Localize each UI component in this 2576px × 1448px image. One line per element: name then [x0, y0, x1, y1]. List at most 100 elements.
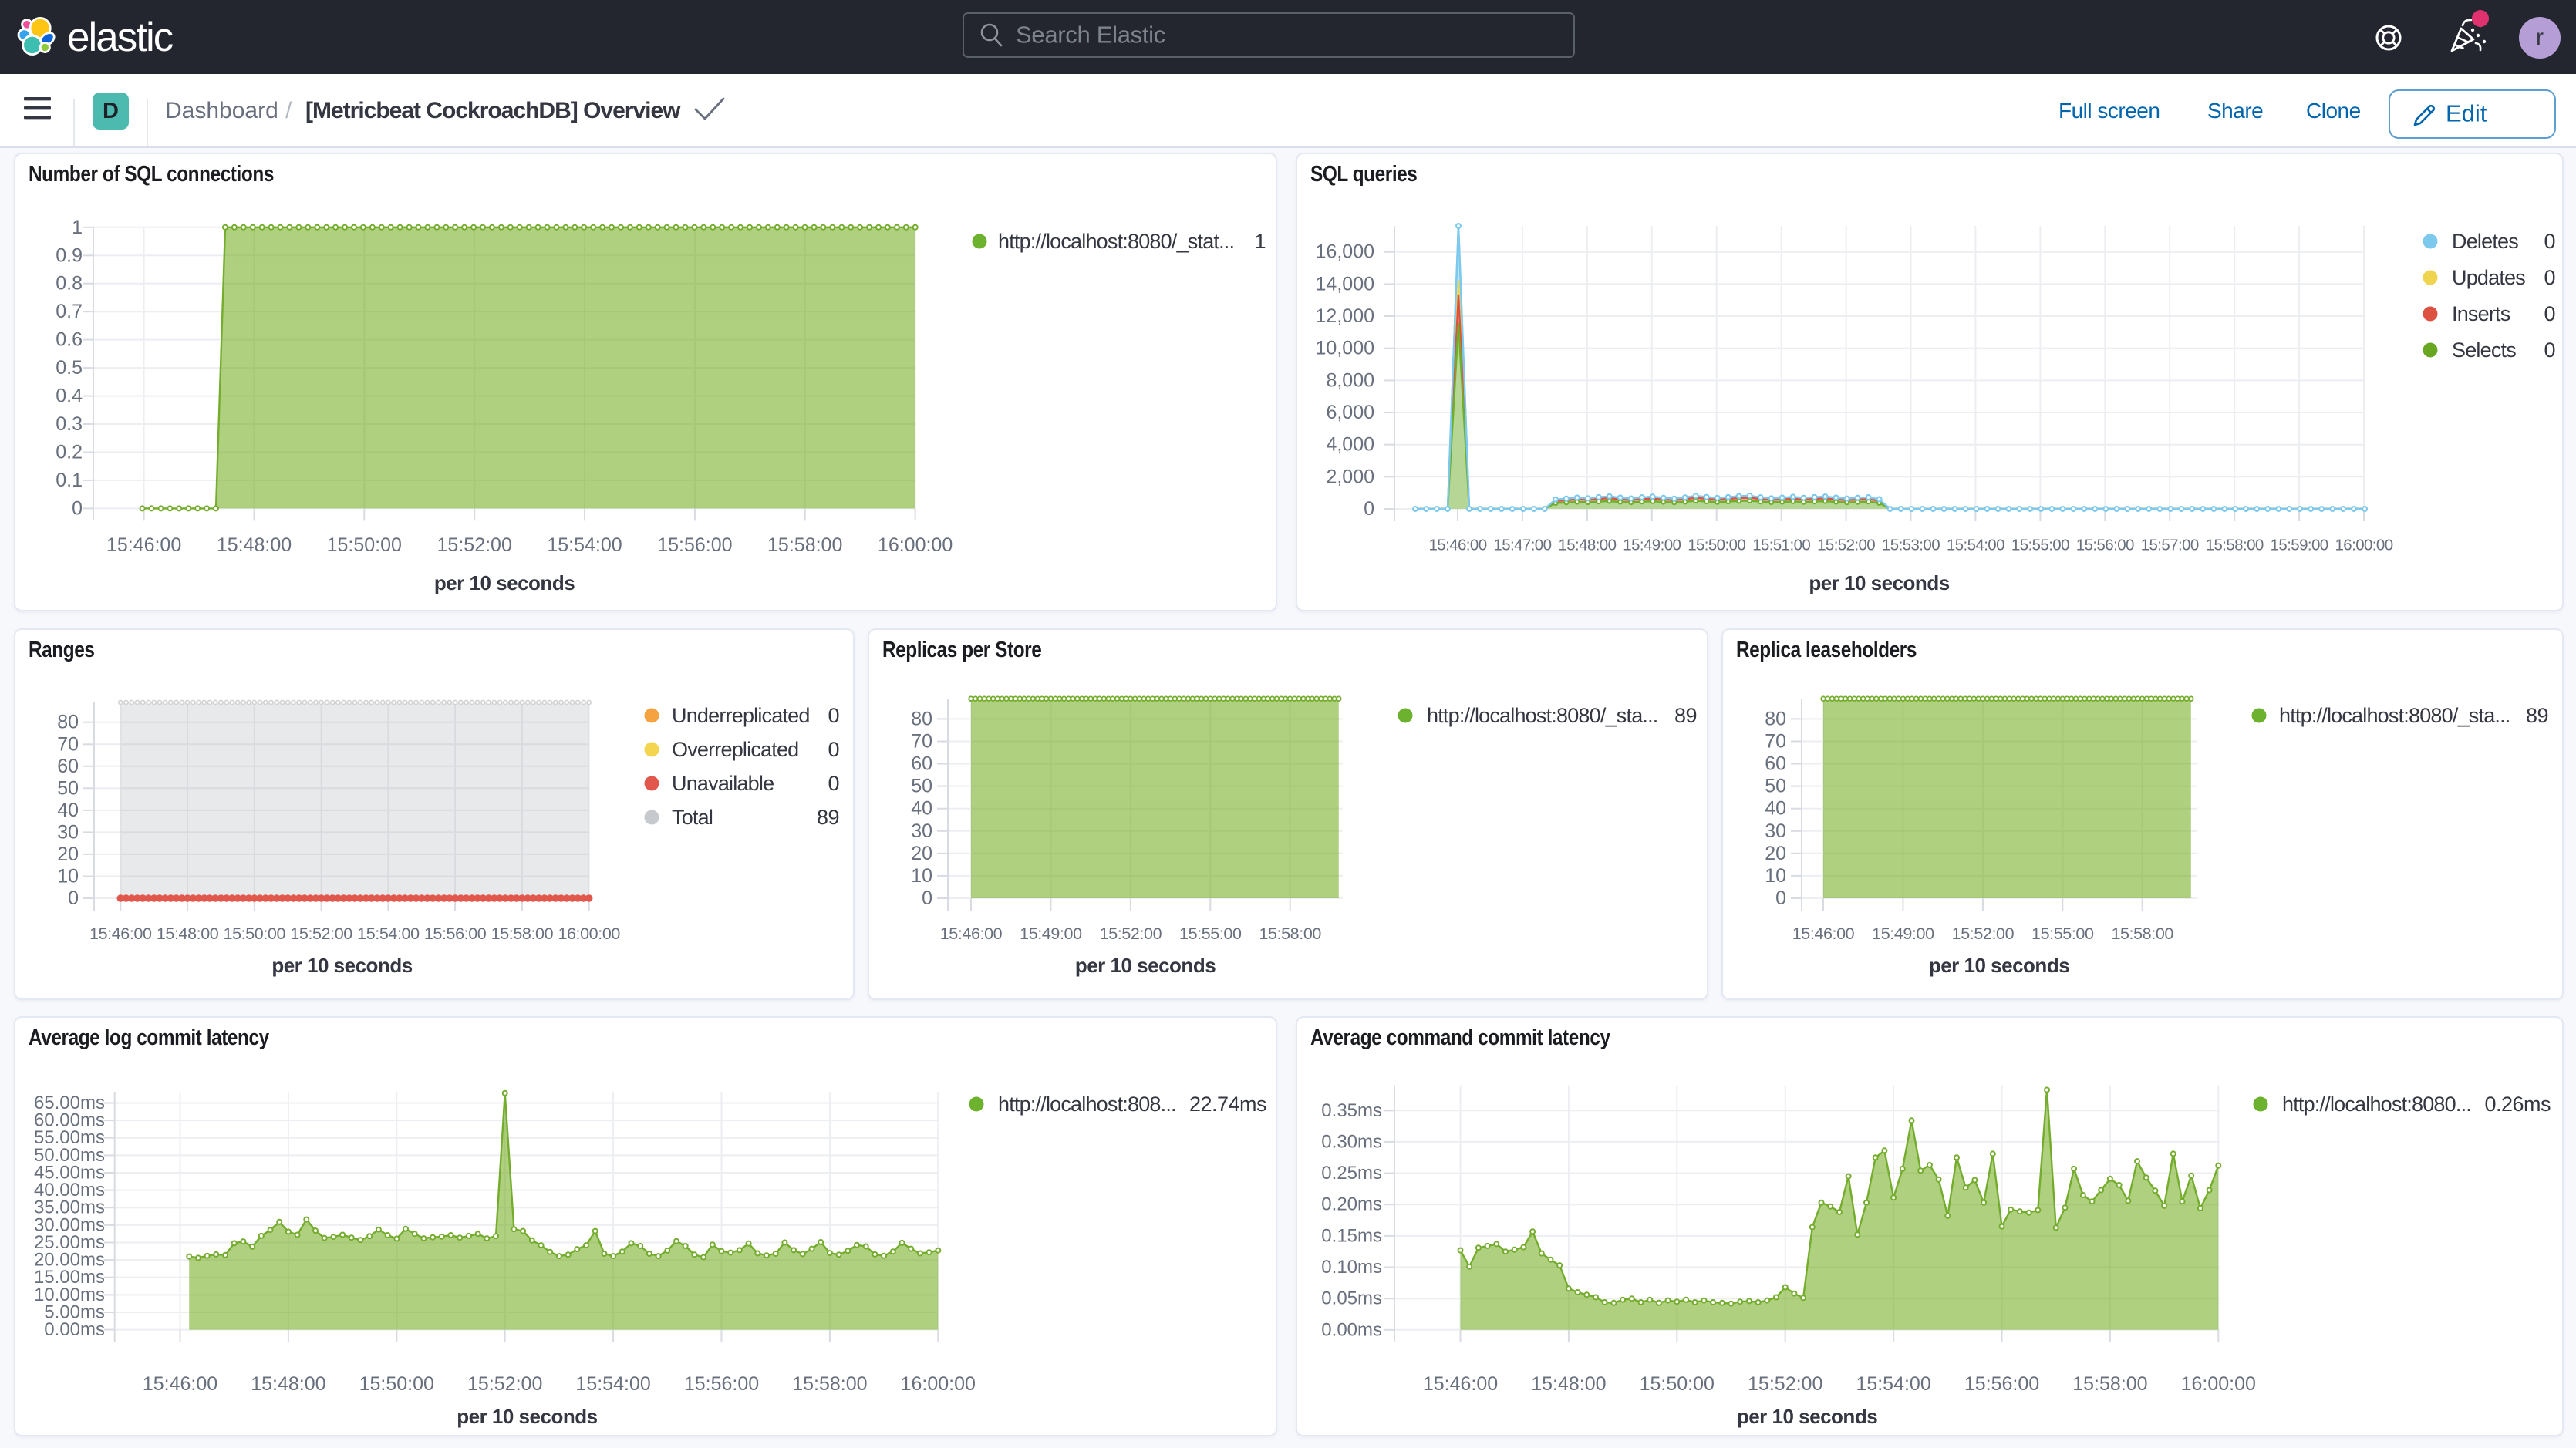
svg-text:0.00ms: 0.00ms: [1321, 1319, 1382, 1340]
svg-text:40: 40: [57, 800, 79, 821]
svg-text:15:58:00: 15:58:00: [1259, 924, 1321, 943]
svg-text:Unavailable: Unavailable: [672, 772, 774, 795]
svg-text:http://localhost:8080...: http://localhost:8080...: [2282, 1093, 2471, 1116]
svg-text:0.7: 0.7: [56, 301, 83, 322]
svg-text:50: 50: [57, 777, 79, 799]
svg-text:15:54:00: 15:54:00: [575, 1373, 650, 1395]
svg-text:50: 50: [911, 776, 932, 797]
svg-text:15:46:00: 15:46:00: [1429, 537, 1487, 554]
svg-text:50: 50: [1765, 776, 1786, 797]
svg-text:15:46:00: 15:46:00: [1792, 924, 1855, 943]
svg-text:15:50:00: 15:50:00: [1688, 537, 1745, 554]
svg-text:0.5: 0.5: [56, 357, 83, 379]
svg-text:15:55:00: 15:55:00: [2031, 924, 2094, 943]
svg-text:15:54:00: 15:54:00: [1856, 1373, 1930, 1395]
svg-text:15:49:00: 15:49:00: [1623, 537, 1681, 554]
svg-text:0.20ms: 0.20ms: [1321, 1194, 1382, 1215]
svg-text:http://localhost:8080/_stat...: http://localhost:8080/_stat...: [998, 230, 1234, 253]
svg-text:15:48:00: 15:48:00: [1531, 1373, 1606, 1395]
svg-text:15:58:00: 15:58:00: [792, 1373, 867, 1395]
svg-text:15:50:00: 15:50:00: [359, 1373, 434, 1395]
svg-text:per 10 seconds: per 10 seconds: [1075, 954, 1216, 977]
svg-text:15:54:00: 15:54:00: [547, 534, 622, 556]
svg-text:70: 70: [1765, 731, 1786, 753]
svg-text:20: 20: [911, 843, 932, 864]
svg-text:16:00:00: 16:00:00: [2335, 537, 2393, 554]
svg-text:15:46:00: 15:46:00: [1423, 1373, 1498, 1395]
svg-text:0.8: 0.8: [56, 273, 83, 295]
svg-text:0: 0: [2544, 230, 2555, 253]
svg-text:0.05ms: 0.05ms: [1321, 1288, 1382, 1309]
svg-text:http://localhost:8080/_sta...: http://localhost:8080/_sta...: [2279, 704, 2510, 727]
svg-text:30: 30: [57, 821, 79, 843]
svg-text:16:00:00: 16:00:00: [901, 1373, 976, 1395]
svg-text:10: 10: [1765, 865, 1786, 887]
svg-text:0: 0: [828, 772, 839, 795]
svg-text:12,000: 12,000: [1316, 305, 1374, 327]
svg-text:0: 0: [1775, 887, 1786, 909]
svg-text:15:50:00: 15:50:00: [1640, 1373, 1715, 1395]
svg-text:15:56:00: 15:56:00: [2076, 537, 2134, 554]
svg-text:15:59:00: 15:59:00: [2271, 537, 2328, 554]
svg-text:2,000: 2,000: [1326, 466, 1374, 487]
svg-text:89: 89: [1674, 704, 1697, 727]
svg-text:15:58:00: 15:58:00: [491, 924, 554, 943]
svg-text:15:46:00: 15:46:00: [940, 924, 1003, 943]
svg-text:15:55:00: 15:55:00: [1179, 924, 1242, 943]
svg-text:10: 10: [57, 866, 79, 887]
svg-text:15:49:00: 15:49:00: [1020, 924, 1082, 943]
svg-text:0.3: 0.3: [56, 413, 83, 435]
svg-text:22.74ms: 22.74ms: [1189, 1093, 1266, 1116]
svg-text:15:48:00: 15:48:00: [217, 534, 292, 556]
svg-text:70: 70: [911, 731, 932, 753]
svg-text:20: 20: [57, 844, 79, 865]
svg-text:Inserts: Inserts: [2452, 302, 2510, 325]
svg-text:80: 80: [1765, 708, 1786, 729]
svg-text:15:51:00: 15:51:00: [1752, 537, 1810, 554]
svg-text:per 10 seconds: per 10 seconds: [1809, 571, 1949, 594]
svg-text:60: 60: [1765, 753, 1786, 775]
svg-text:0: 0: [2544, 266, 2555, 289]
svg-text:15:53:00: 15:53:00: [1882, 537, 1940, 554]
svg-text:16,000: 16,000: [1316, 241, 1374, 263]
svg-text:15:56:00: 15:56:00: [424, 924, 487, 943]
svg-text:15:56:00: 15:56:00: [684, 1373, 759, 1395]
svg-text:15:46:00: 15:46:00: [106, 534, 181, 556]
svg-text:per 10 seconds: per 10 seconds: [457, 1405, 597, 1428]
svg-text:10: 10: [911, 865, 932, 887]
svg-text:1: 1: [72, 217, 83, 238]
svg-text:40: 40: [1765, 798, 1786, 820]
svg-text:0.35ms: 0.35ms: [1321, 1100, 1382, 1121]
svg-text:0.4: 0.4: [56, 386, 83, 407]
svg-text:0: 0: [922, 887, 932, 909]
svg-text:60: 60: [57, 756, 79, 777]
svg-text:0: 0: [72, 497, 83, 519]
svg-text:15:46:00: 15:46:00: [143, 1373, 217, 1395]
svg-text:0: 0: [2544, 338, 2555, 362]
svg-text:15:50:00: 15:50:00: [327, 534, 402, 556]
svg-text:15:56:00: 15:56:00: [1964, 1373, 2039, 1395]
svg-text:0.25ms: 0.25ms: [1321, 1163, 1382, 1184]
svg-text:per 10 seconds: per 10 seconds: [1737, 1405, 1877, 1428]
svg-text:16:00:00: 16:00:00: [2181, 1373, 2256, 1395]
svg-text:15:52:00: 15:52:00: [1817, 537, 1875, 554]
svg-text:30: 30: [911, 820, 932, 842]
svg-text:Deletes: Deletes: [2452, 230, 2518, 253]
svg-text:Updates: Updates: [2452, 266, 2525, 289]
svg-text:15:52:00: 15:52:00: [290, 924, 352, 943]
svg-text:per 10 seconds: per 10 seconds: [1929, 954, 2069, 977]
svg-text:0.30ms: 0.30ms: [1321, 1131, 1382, 1152]
svg-text:0.10ms: 0.10ms: [1321, 1257, 1382, 1278]
svg-text:0.1: 0.1: [56, 470, 83, 491]
svg-text:Selects: Selects: [2452, 338, 2516, 362]
svg-text:89: 89: [2526, 704, 2548, 727]
svg-text:http://localhost:8080/_sta...: http://localhost:8080/_sta...: [1427, 704, 1658, 727]
svg-text:15:46:00: 15:46:00: [89, 924, 152, 943]
svg-text:per 10 seconds: per 10 seconds: [271, 954, 412, 977]
svg-text:60: 60: [911, 753, 932, 775]
svg-text:Overreplicated: Overreplicated: [672, 738, 798, 761]
svg-text:30: 30: [1765, 820, 1786, 842]
svg-text:15:48:00: 15:48:00: [1558, 537, 1616, 554]
svg-text:0.9: 0.9: [56, 244, 83, 266]
svg-text:15:52:00: 15:52:00: [1100, 924, 1162, 943]
